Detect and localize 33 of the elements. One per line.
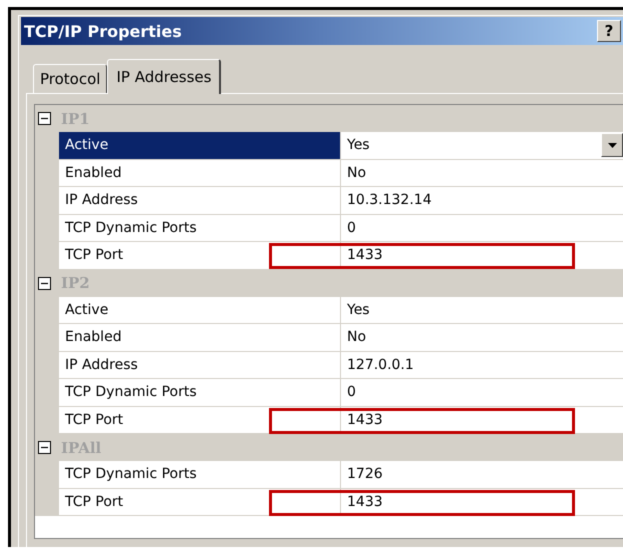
- window-title: TCP/IP Properties: [24, 22, 182, 40]
- property-name[interactable]: Enabled: [59, 324, 341, 352]
- collapse-icon[interactable]: [38, 441, 51, 454]
- dropdown-button[interactable]: [601, 133, 623, 158]
- property-name[interactable]: Enabled: [59, 160, 341, 187]
- property-name[interactable]: Active: [59, 132, 341, 160]
- property-name[interactable]: TCP Port: [59, 488, 341, 516]
- property-value: 1433: [347, 247, 383, 264]
- property-value: 0: [347, 384, 356, 400]
- property-name[interactable]: TCP Port: [59, 242, 341, 270]
- property-value: 1726: [347, 466, 383, 482]
- property-value: Yes: [347, 137, 370, 154]
- property-value: No: [347, 164, 366, 181]
- tab[interactable]: Protocol: [33, 64, 108, 93]
- property-name[interactable]: TCP Dynamic Ports: [59, 461, 341, 488]
- property-value: 10.3.132.14: [347, 192, 432, 208]
- property-value: 1433: [347, 412, 383, 428]
- property-name[interactable]: TCP Port: [59, 406, 341, 434]
- collapse-icon[interactable]: [38, 112, 51, 125]
- property-name[interactable]: IP Address: [59, 352, 341, 379]
- caret-icon: [608, 142, 616, 148]
- property-name[interactable]: TCP Dynamic Ports: [59, 214, 341, 242]
- tab[interactable]: IP Addresses: [107, 59, 222, 94]
- property-value: Yes: [347, 302, 370, 318]
- collapse-icon[interactable]: [38, 276, 51, 290]
- property-name[interactable]: Active: [59, 296, 341, 324]
- property-value: 127.0.0.1: [347, 356, 414, 373]
- property-name[interactable]: TCP Dynamic Ports: [59, 379, 341, 406]
- property-value: 1433: [347, 494, 383, 510]
- property-value: 0: [347, 220, 356, 236]
- property-name[interactable]: IP Address: [59, 187, 341, 214]
- help-button[interactable]: ?: [597, 20, 621, 42]
- property-value: No: [347, 329, 366, 346]
